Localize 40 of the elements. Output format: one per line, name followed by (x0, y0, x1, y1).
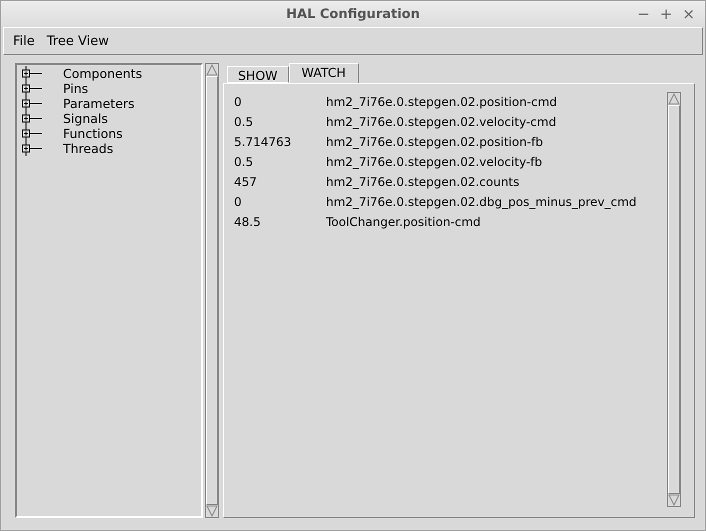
tree-item[interactable]: Threads (63, 141, 114, 156)
watch-value: 0.5 (234, 155, 254, 169)
tree-item[interactable]: Functions (63, 126, 123, 141)
expand-icon[interactable] (21, 141, 43, 156)
watch-pin-name: hm2_7i76e.0.stepgen.02.velocity-cmd (326, 115, 556, 129)
watch-pin-name: hm2_7i76e.0.stepgen.02.position-cmd (326, 95, 558, 109)
expand-icon[interactable] (21, 111, 43, 126)
watch-value: 48.5 (234, 215, 262, 229)
scrollbar[interactable] (205, 63, 219, 518)
tree-item[interactable]: Signals (63, 111, 108, 126)
menu-item[interactable]: File (13, 34, 35, 48)
menu-item[interactable]: Tree View (46, 34, 109, 48)
expand-icon[interactable] (21, 66, 43, 81)
watch-value: 0 (234, 195, 243, 209)
tab[interactable]: WATCH (288, 63, 359, 83)
tab[interactable]: SHOW (227, 66, 289, 83)
scrollbar[interactable] (667, 92, 681, 507)
scroll-up-icon[interactable] (206, 64, 218, 76)
minimize-button[interactable]: − (635, 5, 652, 23)
watch-pin-name: hm2_7i76e.0.stepgen.02.position-fb (326, 135, 543, 149)
close-button[interactable]: × (680, 5, 697, 23)
watch-pin-name: hm2_7i76e.0.stepgen.02.velocity-fb (326, 155, 542, 169)
watch-value: 5.714763 (234, 135, 292, 149)
expand-icon[interactable] (21, 96, 43, 111)
maximize-button[interactable]: + (658, 5, 674, 23)
scroll-down-icon[interactable] (668, 494, 680, 506)
watch-pin-name: hm2_7i76e.0.stepgen.02.dbg_pos_minus_prev_cmd (326, 195, 636, 209)
watch-pin-name: hm2_7i76e.0.stepgen.02.counts (326, 175, 520, 189)
watch-value: 0 (234, 95, 243, 109)
watch-pin-name: ToolChanger.position-cmd (326, 215, 481, 229)
tree-item[interactable]: Parameters (63, 96, 135, 111)
watch-value: 0.5 (234, 115, 254, 129)
expand-icon[interactable] (21, 81, 43, 96)
window-title: HAL Configuration (286, 6, 420, 22)
tree-item[interactable]: Pins (63, 81, 88, 96)
expand-icon[interactable] (21, 126, 43, 141)
watch-value: 457 (234, 175, 258, 189)
scroll-down-icon[interactable] (206, 505, 218, 517)
tree-item[interactable]: Components (63, 66, 142, 81)
scroll-up-icon[interactable] (668, 93, 680, 105)
